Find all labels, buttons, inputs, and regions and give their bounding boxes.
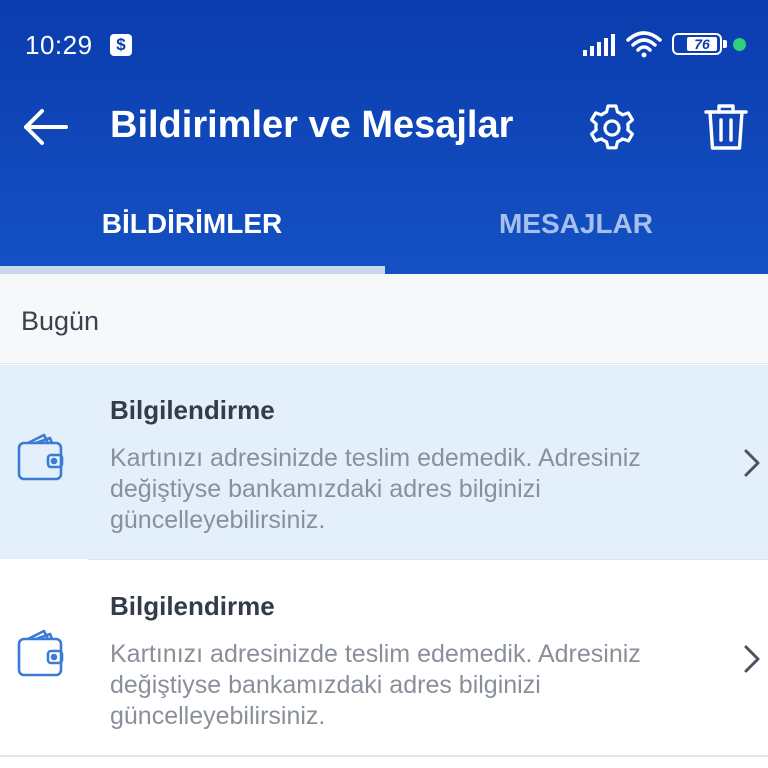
- app-bar: Bildirimler ve Mesajlar: [0, 90, 768, 170]
- tab-bildirimler[interactable]: BİLDİRİMLER: [0, 196, 384, 274]
- notification-item[interactable]: Bilgilendirme Kartınızı adresinizde tesl…: [0, 365, 768, 560]
- signal-icon: [583, 34, 615, 56]
- notification-body: Kartınızı adresinizde teslim edemedik. A…: [110, 444, 641, 534]
- divider: [88, 559, 768, 560]
- section-header: Bugün: [0, 274, 768, 364]
- notification-item[interactable]: Bilgilendirme Kartınızı adresinizde tesl…: [0, 561, 768, 755]
- trash-icon[interactable]: [700, 100, 752, 154]
- divider: [0, 755, 768, 757]
- notification-title: Bilgilendirme: [110, 591, 275, 621]
- tab-indicator: [0, 266, 385, 274]
- status-bar: 10:29 $ 76: [0, 0, 768, 90]
- tab-bar: BİLDİRİMLER MESAJLAR: [0, 196, 768, 274]
- wifi-icon: [626, 31, 662, 58]
- app-header: 10:29 $ 76 Bildirimler ve Mesajlar BİLDİ…: [0, 0, 768, 274]
- page-title: Bildirimler ve Mesajlar: [110, 104, 514, 146]
- chevron-right-icon: [744, 645, 760, 673]
- status-time: 10:29: [25, 30, 93, 60]
- wallet-icon: [17, 433, 64, 481]
- dollar-icon: $: [110, 34, 132, 56]
- status-dot: [733, 38, 746, 51]
- battery-level: 76: [687, 37, 717, 51]
- chevron-right-icon: [744, 449, 760, 477]
- notification-body: Kartınızı adresinizde teslim edemedik. A…: [110, 640, 641, 730]
- wallet-icon: [17, 629, 64, 677]
- tab-mesajlar[interactable]: MESAJLAR: [384, 196, 768, 274]
- gear-icon[interactable]: [586, 102, 638, 154]
- battery-icon: 76: [672, 33, 727, 55]
- notification-title: Bilgilendirme: [110, 395, 275, 425]
- arrow-left-icon[interactable]: [18, 104, 72, 150]
- section-title: Bugün: [21, 306, 100, 336]
